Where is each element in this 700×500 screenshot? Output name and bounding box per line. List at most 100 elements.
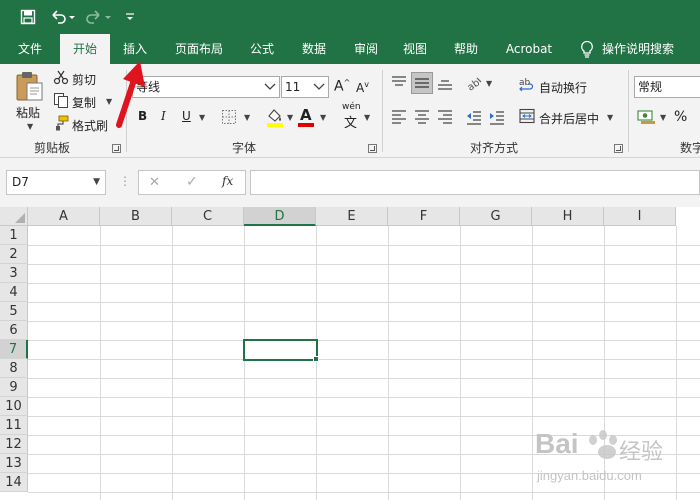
tab-view[interactable]: 视图: [396, 34, 434, 64]
align-middle-icon[interactable]: [411, 72, 433, 94]
formula-input[interactable]: [250, 170, 700, 195]
copy-icon[interactable]: [53, 92, 69, 108]
scissors-icon[interactable]: [53, 69, 69, 85]
row-header-9[interactable]: 9: [0, 378, 28, 397]
currency-dropdown-arrow[interactable]: ▼: [660, 113, 666, 122]
merge-center-button[interactable]: 合并后居中: [539, 110, 599, 127]
borders-dropdown-arrow[interactable]: ▼: [244, 113, 250, 122]
column-header-i[interactable]: I: [604, 207, 676, 226]
font-color-button[interactable]: A: [300, 106, 312, 124]
orientation-dropdown-arrow[interactable]: ▼: [486, 79, 492, 88]
wrap-text-button[interactable]: 自动换行: [539, 79, 587, 96]
tab-file[interactable]: 文件: [0, 34, 60, 64]
decrease-font-button[interactable]: Av: [356, 80, 369, 95]
fill-color-icon[interactable]: [266, 107, 284, 127]
row-header-12[interactable]: 12: [0, 435, 28, 454]
decrease-indent-icon[interactable]: [465, 108, 483, 126]
currency-format-icon[interactable]: [637, 108, 657, 126]
tab-page-layout[interactable]: 页面布局: [166, 34, 232, 64]
tab-help[interactable]: 帮助: [444, 34, 488, 64]
paste-dropdown-arrow[interactable]: ▼: [27, 122, 33, 131]
phonetic-button[interactable]: 文: [344, 112, 357, 131]
column-header-e[interactable]: E: [316, 207, 388, 226]
font-size-value: 11: [285, 80, 301, 94]
fill-color-dropdown-arrow[interactable]: ▼: [287, 113, 293, 122]
row-header-7[interactable]: 7: [0, 340, 28, 359]
font-size-combo[interactable]: 11: [281, 76, 329, 98]
row-header-13[interactable]: 13: [0, 454, 28, 473]
redo-icon[interactable]: [84, 6, 112, 28]
row-header-6[interactable]: 6: [0, 321, 28, 340]
row-header-14[interactable]: 14: [0, 473, 28, 492]
chevron-down-icon[interactable]: [264, 77, 276, 105]
row-header-5[interactable]: 5: [0, 302, 28, 321]
phonetic-dropdown-arrow[interactable]: ▼: [364, 113, 370, 122]
increase-indent-icon[interactable]: [488, 108, 506, 126]
format-painter-icon[interactable]: [53, 115, 69, 131]
select-all-button[interactable]: [0, 207, 28, 226]
orientation-icon[interactable]: ab: [465, 74, 483, 92]
save-icon[interactable]: [17, 6, 39, 28]
tab-review[interactable]: 审阅: [344, 34, 388, 64]
enter-icon[interactable]: ✓: [186, 174, 198, 190]
column-header-h[interactable]: H: [532, 207, 604, 226]
underline-button[interactable]: U: [182, 109, 191, 123]
active-cell-d7[interactable]: [243, 339, 318, 361]
row-header-3[interactable]: 3: [0, 264, 28, 283]
cut-button[interactable]: 剪切: [72, 71, 96, 88]
merge-dropdown-arrow[interactable]: ▼: [607, 113, 613, 122]
font-color-dropdown-arrow[interactable]: ▼: [320, 113, 326, 122]
name-box[interactable]: D7 ▼: [6, 170, 106, 195]
gridline: [28, 264, 700, 265]
borders-icon[interactable]: [221, 109, 237, 125]
wrap-text-icon[interactable]: ab: [519, 76, 535, 92]
align-center-icon[interactable]: [413, 108, 431, 126]
column-header-c[interactable]: C: [172, 207, 244, 226]
font-launcher-icon[interactable]: [368, 144, 377, 153]
italic-button[interactable]: I: [161, 109, 166, 123]
row-header-8[interactable]: 8: [0, 359, 28, 378]
column-header-b[interactable]: B: [100, 207, 172, 226]
tab-acrobat[interactable]: Acrobat: [498, 34, 560, 64]
row-header-11[interactable]: 11: [0, 416, 28, 435]
tab-data[interactable]: 数据: [292, 34, 336, 64]
column-header-f[interactable]: F: [388, 207, 460, 226]
column-header-g[interactable]: G: [460, 207, 532, 226]
align-bottom-icon[interactable]: [436, 74, 454, 92]
percent-button[interactable]: %: [674, 109, 687, 125]
lightbulb-icon[interactable]: [578, 40, 596, 58]
underline-dropdown-arrow[interactable]: ▼: [199, 113, 205, 122]
increase-font-button[interactable]: A^: [334, 78, 350, 95]
format-painter-button[interactable]: 格式刷: [72, 117, 108, 134]
fill-handle[interactable]: [313, 356, 319, 362]
tab-home[interactable]: 开始: [60, 34, 110, 64]
tell-me-search[interactable]: 操作说明搜索: [602, 34, 682, 64]
chevron-down-icon[interactable]: ▼: [93, 171, 100, 194]
gridline: [172, 226, 173, 500]
align-left-icon[interactable]: [390, 108, 408, 126]
number-format-combo[interactable]: 常规: [634, 76, 700, 98]
formula-bar: D7 ▼ ⋮ ✕ ✓ fx: [0, 158, 700, 207]
row-header-2[interactable]: 2: [0, 245, 28, 264]
undo-icon[interactable]: [48, 6, 76, 28]
clipboard-launcher-icon[interactable]: [112, 144, 121, 153]
align-top-icon[interactable]: [390, 74, 408, 92]
chevron-down-icon[interactable]: [313, 77, 325, 105]
row-header-4[interactable]: 4: [0, 283, 28, 302]
copy-button[interactable]: 复制: [72, 94, 96, 111]
tab-formulas[interactable]: 公式: [240, 34, 284, 64]
insert-function-button[interactable]: fx: [222, 174, 233, 188]
merge-center-icon[interactable]: [519, 108, 535, 124]
column-header-d[interactable]: D: [244, 207, 316, 226]
alignment-launcher-icon[interactable]: [614, 144, 623, 153]
paste-icon[interactable]: [14, 70, 46, 102]
column-header-a[interactable]: A: [28, 207, 100, 226]
cancel-icon[interactable]: ✕: [149, 175, 160, 190]
paste-label[interactable]: 粘贴: [16, 104, 40, 121]
align-right-icon[interactable]: [436, 108, 454, 126]
customize-icon[interactable]: [119, 6, 141, 28]
row-header-10[interactable]: 10: [0, 397, 28, 416]
gridline: [28, 397, 700, 398]
row-header-1[interactable]: 1: [0, 226, 28, 245]
phonetic-pinyin[interactable]: wén: [342, 102, 361, 112]
